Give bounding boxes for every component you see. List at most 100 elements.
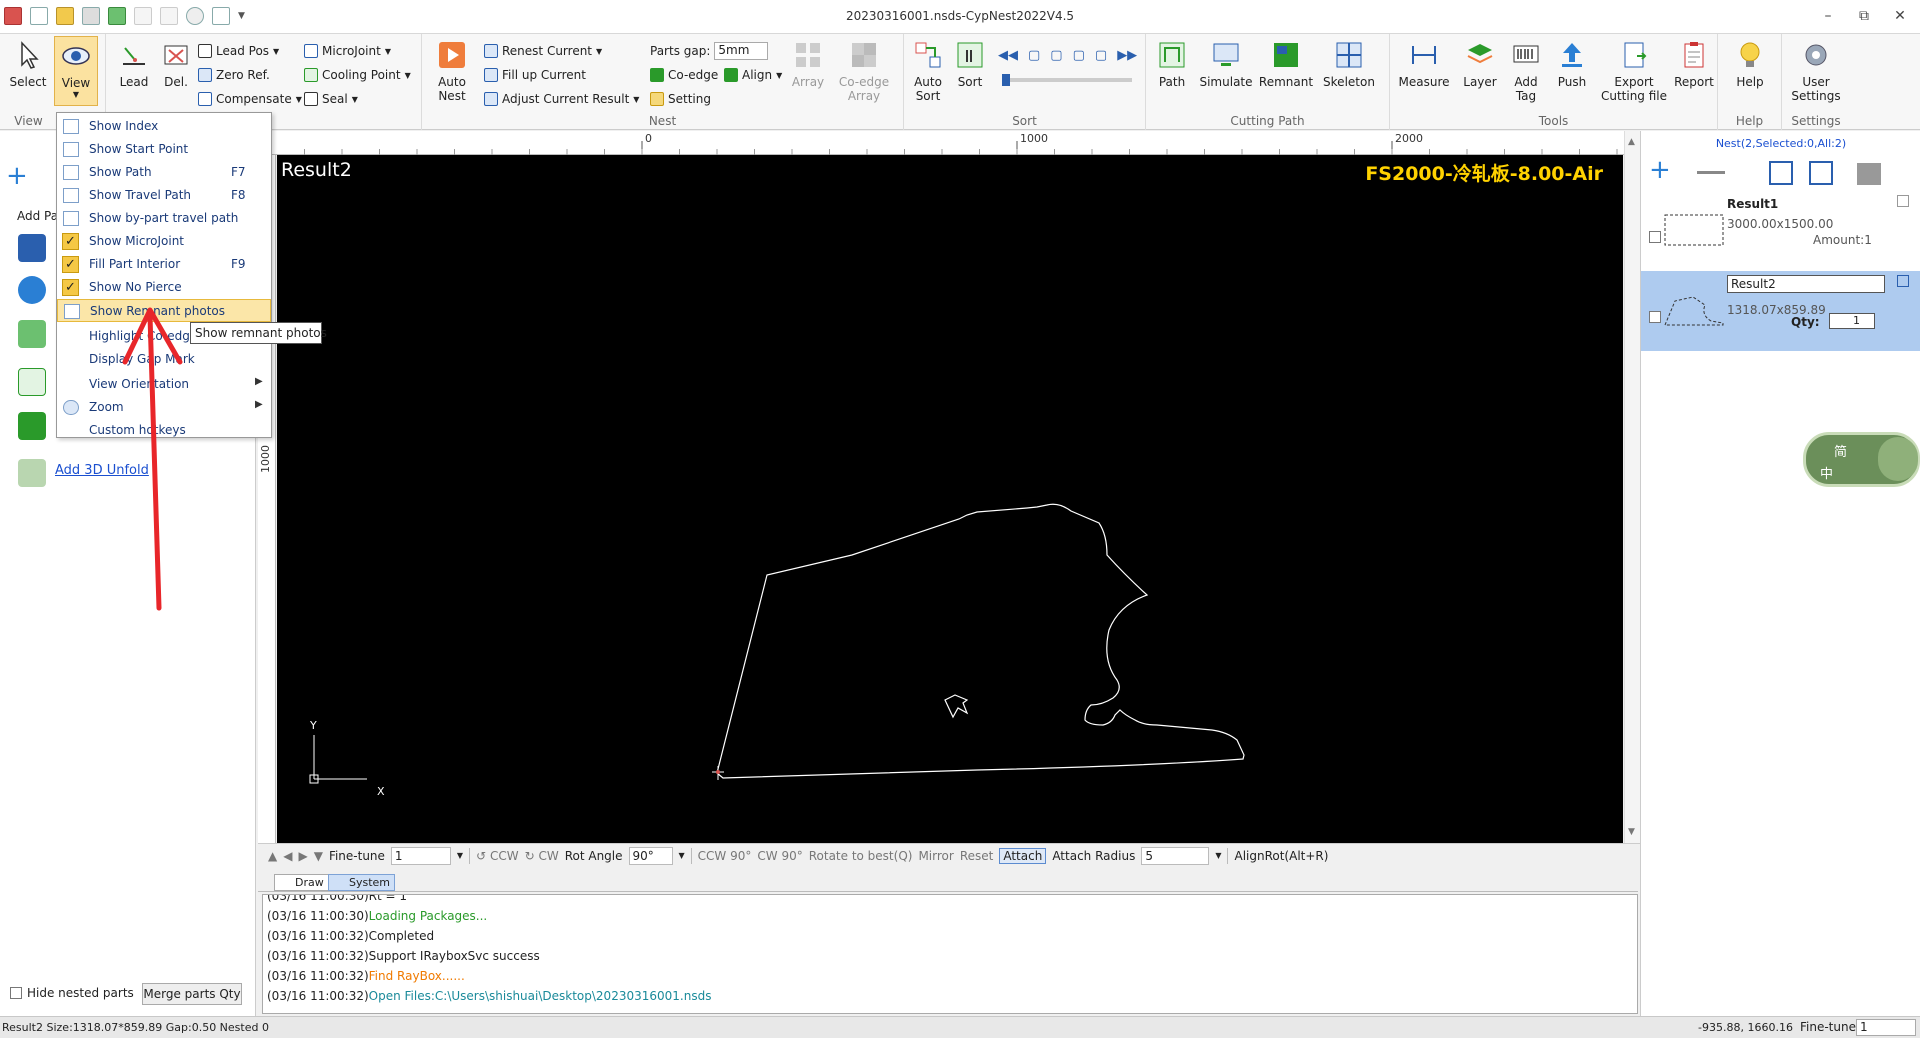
menu-item-show-path[interactable]: Show Path F7	[57, 161, 271, 184]
drawing-canvas[interactable]: Result2 FS2000-冷轧板-8.00-Air Y X	[277, 155, 1623, 843]
path-button[interactable]: Path	[1150, 40, 1194, 89]
view-button[interactable]: View ▼	[54, 36, 98, 106]
close-button[interactable]: ✕	[1880, 5, 1920, 27]
scroll-down-icon[interactable]: ▼	[1628, 827, 1635, 837]
add-tag-button[interactable]: Add Tag	[1504, 40, 1548, 103]
cooling-point-button[interactable]: Cooling Point ▼	[304, 66, 411, 84]
attach-radius-dropdown-icon[interactable]: ▼	[1215, 851, 1221, 860]
rotate-to-best-button[interactable]: Rotate to best(Q)	[809, 849, 913, 863]
result1-checkbox[interactable]	[1649, 231, 1661, 243]
sort-last-icon[interactable]: ▶▶	[1117, 48, 1137, 63]
result1-lock-icon[interactable]	[1897, 195, 1909, 207]
seal-button[interactable]: Seal ▼	[304, 90, 358, 108]
attach-radius-input[interactable]: 5	[1141, 846, 1210, 865]
reset-button[interactable]: Reset	[960, 849, 994, 863]
minimize-button[interactable]: –	[1808, 5, 1848, 27]
menu-item-show-microjoint[interactable]: ✓ Show MicroJoint	[57, 230, 271, 253]
sort-step-3-icon[interactable]: ▢	[1073, 48, 1085, 63]
menu-item-show-by-part-travel-path[interactable]: Show by-part travel path	[57, 207, 271, 230]
remove-result-icon[interactable]	[1697, 171, 1725, 174]
tab-draw[interactable]: Draw	[274, 874, 329, 891]
fill-up-current-button[interactable]: Fill up Current	[484, 66, 586, 84]
move-down-icon[interactable]: ▼	[314, 849, 323, 863]
add-3d-unfold-icon[interactable]	[18, 459, 46, 487]
merge-parts-qty-button[interactable]: Merge parts Qty	[142, 983, 242, 1005]
tab-system[interactable]: System	[328, 874, 396, 891]
import-excel-icon[interactable]	[18, 412, 46, 440]
sort-slider-thumb[interactable]	[1002, 74, 1010, 86]
sort-step-4-icon[interactable]: ▢	[1095, 48, 1107, 63]
microjoint-button[interactable]: MicroJoint ▼	[304, 42, 391, 60]
status-fine-tune-input[interactable]: 1	[1856, 1019, 1916, 1036]
scroll-up-icon[interactable]: ▲	[1628, 137, 1635, 147]
add-library-part-icon[interactable]	[18, 320, 46, 348]
fine-tune-input[interactable]: 1	[390, 846, 451, 865]
ime-language-widget[interactable]: 简 中	[1803, 432, 1920, 487]
nest-setting-button[interactable]: Setting	[650, 90, 711, 108]
move-right-icon[interactable]: ▶	[298, 849, 307, 863]
co-edge-array-button[interactable]: Co-edge Array	[836, 40, 892, 103]
delete-lead-button[interactable]: Del.	[154, 40, 198, 89]
sort-button[interactable]: Sort	[948, 40, 992, 89]
auto-sort-button[interactable]: Auto Sort	[906, 40, 950, 103]
result2-checkbox[interactable]	[1649, 311, 1661, 323]
result1-row[interactable]: Result1 3000.00x1500.00 Amount:1	[1641, 191, 1920, 271]
cw-button[interactable]: ↻ CW	[525, 849, 559, 863]
rot-angle-input[interactable]: 90°	[628, 846, 673, 865]
sort-slider[interactable]	[1002, 74, 1132, 86]
sort-step-2-icon[interactable]: ▢	[1050, 48, 1062, 63]
skeleton-button[interactable]: Skeleton	[1318, 40, 1380, 89]
export-cutting-file-button[interactable]: Export Cutting file	[1596, 40, 1672, 103]
add-plus-icon[interactable]: +	[6, 161, 28, 191]
result2-name-input[interactable]: Result2	[1727, 275, 1885, 293]
cw90-button[interactable]: CW 90°	[757, 849, 802, 863]
add-result-plus-icon[interactable]: +	[1649, 155, 1671, 185]
renest-current-button[interactable]: Renest Current ▼	[484, 42, 602, 60]
save-result-icon[interactable]	[1857, 163, 1881, 185]
result2-lock-icon[interactable]	[1897, 275, 1909, 287]
fine-tune-dropdown-icon[interactable]: ▼	[457, 851, 463, 860]
hide-nested-parts-checkbox[interactable]: Hide nested parts	[10, 986, 134, 1000]
zero-ref-button[interactable]: Zero Ref.	[198, 66, 270, 84]
layer-button[interactable]: Layer	[1458, 40, 1502, 89]
align-button[interactable]: Align ▼	[724, 66, 782, 84]
menu-item-fill-part-interior[interactable]: ✓ Fill Part Interior F9	[57, 253, 271, 276]
adjust-current-result-button[interactable]: Adjust Current Result ▼	[484, 90, 639, 108]
add-circle-part-icon[interactable]	[18, 276, 46, 304]
menu-item-show-index[interactable]: Show Index	[57, 115, 271, 138]
measure-button[interactable]: Measure	[1394, 40, 1454, 89]
report-button[interactable]: Report	[1672, 40, 1716, 89]
user-settings-button[interactable]: User Settings	[1786, 40, 1846, 103]
result2-qty-input[interactable]: 1	[1829, 313, 1875, 329]
array-button[interactable]: Array	[786, 40, 830, 89]
rot-angle-dropdown-icon[interactable]: ▼	[679, 851, 685, 860]
move-up-icon[interactable]: ▲	[268, 849, 277, 863]
sort-first-icon[interactable]: ◀◀	[998, 48, 1018, 63]
move-left-icon[interactable]: ◀	[283, 849, 292, 863]
restore-button[interactable]: ⧉	[1844, 5, 1884, 27]
lead-button[interactable]: Lead	[112, 40, 156, 89]
align-rot-button[interactable]: AlignRot(Alt+R)	[1234, 849, 1328, 863]
list-view-icon[interactable]	[1769, 161, 1793, 185]
compensate-button[interactable]: Compensate ▼	[198, 90, 302, 108]
menu-item-show-travel-path[interactable]: Show Travel Path F8	[57, 184, 271, 207]
sort-step-1-icon[interactable]: ▢	[1028, 48, 1040, 63]
menu-item-show-start-point[interactable]: Show Start Point	[57, 138, 271, 161]
ccw90-button[interactable]: CCW 90°	[698, 849, 752, 863]
auto-nest-button[interactable]: Auto Nest	[430, 40, 474, 103]
result2-row[interactable]: Result2 1318.07x859.89 Qty: 1	[1641, 271, 1920, 351]
help-button[interactable]: Help	[1728, 40, 1772, 89]
attach-toggle[interactable]: Attach	[999, 847, 1047, 864]
canvas-vertical-scrollbar[interactable]: ▲ ▼	[1624, 131, 1640, 843]
remnant-button[interactable]: Remnant	[1256, 40, 1316, 89]
mirror-button[interactable]: Mirror	[918, 849, 953, 863]
simulate-button[interactable]: Simulate	[1198, 40, 1254, 89]
push-button[interactable]: Push	[1550, 40, 1594, 89]
parts-gap-input[interactable]: 5mm	[714, 42, 769, 60]
sort-view-icon[interactable]	[1809, 161, 1833, 185]
add-rectangle-part-icon[interactable]	[18, 368, 46, 396]
co-edge-button[interactable]: Co-edge	[650, 66, 718, 84]
hide-nested-checkbox-box[interactable]	[10, 987, 22, 999]
ccw-button[interactable]: ↺ CCW	[476, 849, 519, 863]
select-button[interactable]: Select	[6, 40, 50, 89]
